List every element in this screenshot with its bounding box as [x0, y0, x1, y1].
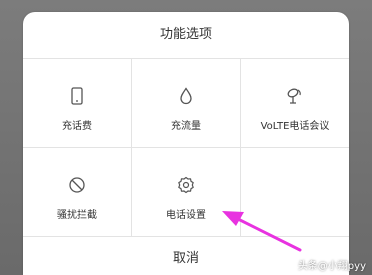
dialog-title: 功能选项	[159, 27, 212, 42]
phone-device-icon	[66, 85, 88, 107]
option-label: 充话费	[62, 121, 92, 132]
option-recharge-data[interactable]: 充流量	[132, 59, 241, 148]
watermark-text: 头条@小翔pyy	[297, 261, 366, 272]
block-icon	[66, 174, 88, 196]
option-call-settings[interactable]: 电话设置	[132, 148, 241, 237]
options-grid: 充话费 充流量 VoLTE电话会议 骚扰拦截 电话设置	[23, 58, 349, 237]
option-label: VoLTE电话会议	[260, 121, 330, 132]
option-label: 电话设置	[166, 210, 206, 221]
option-recharge-credit[interactable]: 充话费	[23, 59, 132, 148]
option-volte-conference[interactable]: VoLTE电话会议	[241, 59, 349, 148]
option-harassment-block[interactable]: 骚扰拦截	[23, 148, 132, 237]
empty-cell	[241, 148, 349, 237]
satellite-dish-icon	[284, 85, 306, 107]
option-label: 充流量	[171, 121, 201, 132]
water-drop-icon	[175, 85, 197, 107]
function-options-dialog: 功能选项 充话费 充流量 VoLTE电话会议 骚扰拦截 电话设置 取消	[23, 12, 349, 275]
gear-icon	[175, 174, 197, 196]
option-label: 骚扰拦截	[57, 210, 97, 221]
